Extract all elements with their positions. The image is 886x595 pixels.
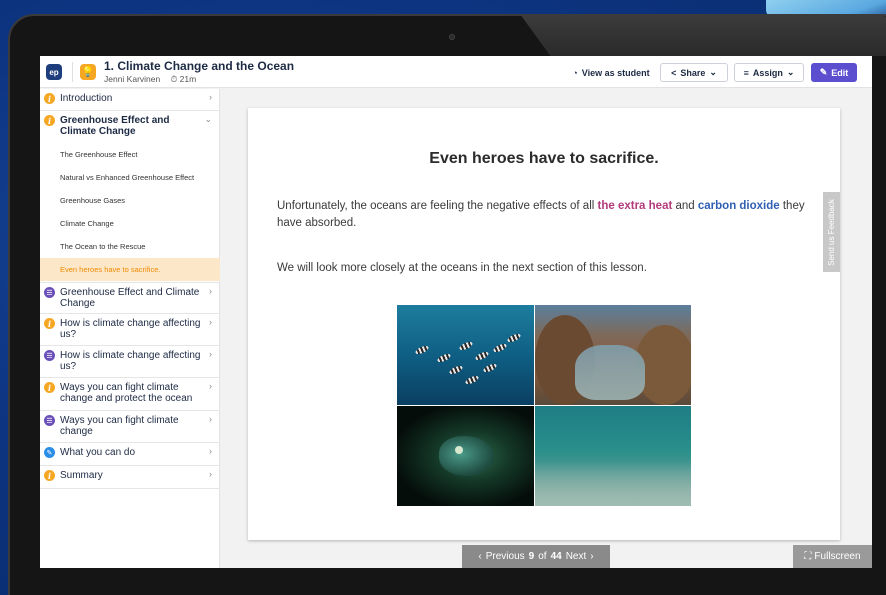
fullscreen-icon: ⛶ xyxy=(804,551,812,562)
lightbulb-icon: 💡 xyxy=(80,64,96,80)
send-feedback-tab[interactable]: Send us Feedback xyxy=(823,192,840,272)
paragraph-text: and xyxy=(672,200,698,212)
lesson-meta: Jenni Karvinen ⏱ 21m xyxy=(104,74,196,85)
info-icon: i xyxy=(44,115,55,126)
page-title: Even heroes have to sacrifice. xyxy=(429,150,659,167)
current-page-number: 9 xyxy=(528,551,535,562)
lesson-title: 1. Climate Change and the Ocean xyxy=(104,59,295,73)
pencil-task-icon: ✎ xyxy=(44,447,55,458)
total-pages: 44 xyxy=(550,551,562,562)
sidebar-item-quiz-greenhouse[interactable]: ☰ Greenhouse Effect and Climate Change › xyxy=(40,282,220,314)
sidebar-item-label: Ways you can fight climate change and pr… xyxy=(60,382,193,404)
chevron-right-icon: › xyxy=(209,349,212,359)
app-screen: ep 💡 1. Climate Change and the Ocean Jen… xyxy=(40,56,872,568)
sidebar-item-climate-affecting[interactable]: i How is climate change affecting us? › xyxy=(40,314,220,346)
sidebar-item-label: Greenhouse Effect and Climate Change xyxy=(60,287,200,309)
sidebar-item-greenhouse-effect[interactable]: i Greenhouse Effect and Climate Change ⌄ xyxy=(40,111,220,143)
sidebar-item-introduction[interactable]: i Introduction › xyxy=(40,89,220,111)
sidebar-subitem[interactable]: The Ocean to the Rescue xyxy=(40,235,220,258)
chevron-right-icon[interactable]: › xyxy=(590,551,593,562)
next-button[interactable]: Next xyxy=(566,551,587,562)
edit-button[interactable]: ✎ Edit xyxy=(811,63,857,82)
user-circle-icon: ◔ xyxy=(572,67,578,78)
sidebar-item-label: Summary xyxy=(60,470,103,481)
highlight-carbon-dioxide: carbon dioxide xyxy=(697,200,780,212)
chevron-right-icon: › xyxy=(209,381,212,391)
sidebar-item-what-you-can-do[interactable]: ✎ What you can do › xyxy=(40,443,220,466)
quiz-list-icon: ☰ xyxy=(44,350,55,361)
author-name: Jenni Karvinen xyxy=(104,74,161,84)
laptop-bezel-shine xyxy=(520,14,886,56)
sidebar-subitem[interactable]: Greenhouse Gases xyxy=(40,189,220,212)
sidebar-item-label: Introduction xyxy=(60,93,113,104)
pencil-icon: ✎ xyxy=(819,67,828,77)
sidebar-subitem[interactable]: The Greenhouse Effect xyxy=(40,143,220,166)
info-icon: i xyxy=(44,93,55,104)
chevron-left-icon[interactable]: ‹ xyxy=(478,551,481,562)
chevron-down-icon: ⌄ xyxy=(709,67,717,77)
chevron-down-icon: ⌄ xyxy=(204,114,212,124)
assign-button[interactable]: ≡ Assign ⌄ xyxy=(734,63,804,82)
content-paragraph: Unfortunately, the oceans are feeling th… xyxy=(277,198,807,232)
page-of-label: of xyxy=(538,551,547,562)
chevron-right-icon: › xyxy=(209,92,212,102)
sandy-seabed-image xyxy=(535,406,691,506)
ep-logo[interactable]: ep xyxy=(46,64,62,80)
sidebar-item-label: What you can do xyxy=(60,447,136,458)
lesson-duration: 21m xyxy=(179,74,197,84)
share-button[interactable]: < Share ⌄ xyxy=(660,63,728,82)
sidebar-item-quiz-ways-to-fight[interactable]: ☰ Ways you can fight climate change › xyxy=(40,411,220,443)
info-icon: i xyxy=(44,470,55,481)
view-as-student-button[interactable]: ◔ View as student xyxy=(568,63,654,82)
chevron-right-icon: › xyxy=(209,469,212,479)
lesson-content-card: Even heroes have to sacrifice. Unfortuna… xyxy=(248,108,840,540)
sidebar-item-label: Ways you can fight climate change xyxy=(60,415,179,437)
sidebar-item-label: Greenhouse Effect and Climate Change xyxy=(60,115,170,137)
sidebar-item-ways-to-fight[interactable]: i Ways you can fight climate change and … xyxy=(40,378,220,411)
sidebar-item-label: How is climate change affecting us? xyxy=(60,350,201,372)
sidebar-item-summary[interactable]: i Summary › xyxy=(40,466,220,489)
chevron-right-icon: › xyxy=(209,414,212,424)
rock-pool-image xyxy=(535,305,691,405)
header-divider xyxy=(72,62,73,82)
assign-list-icon: ≡ xyxy=(743,67,749,78)
sidebar-subitem[interactable]: Natural vs Enhanced Greenhouse Effect xyxy=(40,166,220,189)
chevron-down-icon: ⌄ xyxy=(786,67,795,77)
share-label: Share xyxy=(680,67,706,78)
clock-icon: ⏱ xyxy=(170,74,178,84)
sidebar-item-label: How is climate change affecting us? xyxy=(60,318,201,340)
edit-label: Edit xyxy=(831,67,849,78)
view-as-student-label: View as student xyxy=(581,67,650,78)
ocean-photo-collage xyxy=(397,305,692,506)
fullscreen-button[interactable]: ⛶ Fullscreen xyxy=(793,545,872,568)
fish-school-image xyxy=(397,305,534,405)
quiz-list-icon: ☰ xyxy=(44,287,55,298)
top-bar: ep 💡 1. Climate Change and the Ocean Jen… xyxy=(40,56,872,88)
quiz-list-icon: ☰ xyxy=(44,415,55,426)
highlight-extra-heat: the extra heat xyxy=(597,200,673,212)
chevron-right-icon: › xyxy=(209,446,212,456)
content-paragraph: We will look more closely at the oceans … xyxy=(277,262,647,274)
page-navigation: ‹ Previous 9 of 44 Next › xyxy=(462,545,610,568)
paragraph-text: Unfortunately, the oceans are feeling th… xyxy=(277,200,598,212)
previous-button[interactable]: Previous xyxy=(486,551,525,562)
feedback-label: Send us Feedback xyxy=(827,198,836,266)
chevron-right-icon: › xyxy=(209,317,212,327)
sidebar-subitem-active[interactable]: Even heroes have to sacrifice. xyxy=(40,258,220,281)
chevron-right-icon: › xyxy=(209,286,212,296)
deep-sea-fish-image xyxy=(397,406,534,506)
info-icon: i xyxy=(44,318,55,329)
webcam-icon xyxy=(449,34,455,40)
fullscreen-label: Fullscreen xyxy=(814,551,861,562)
share-icon: < xyxy=(671,67,677,78)
sidebar-subitem[interactable]: Climate Change xyxy=(40,212,220,235)
info-icon: i xyxy=(44,382,55,393)
lesson-sidebar: i Introduction › i Greenhouse Effect and… xyxy=(40,89,220,568)
sidebar-item-quiz-climate-affecting[interactable]: ☰ How is climate change affecting us? › xyxy=(40,346,220,378)
assign-label: Assign xyxy=(752,67,783,78)
